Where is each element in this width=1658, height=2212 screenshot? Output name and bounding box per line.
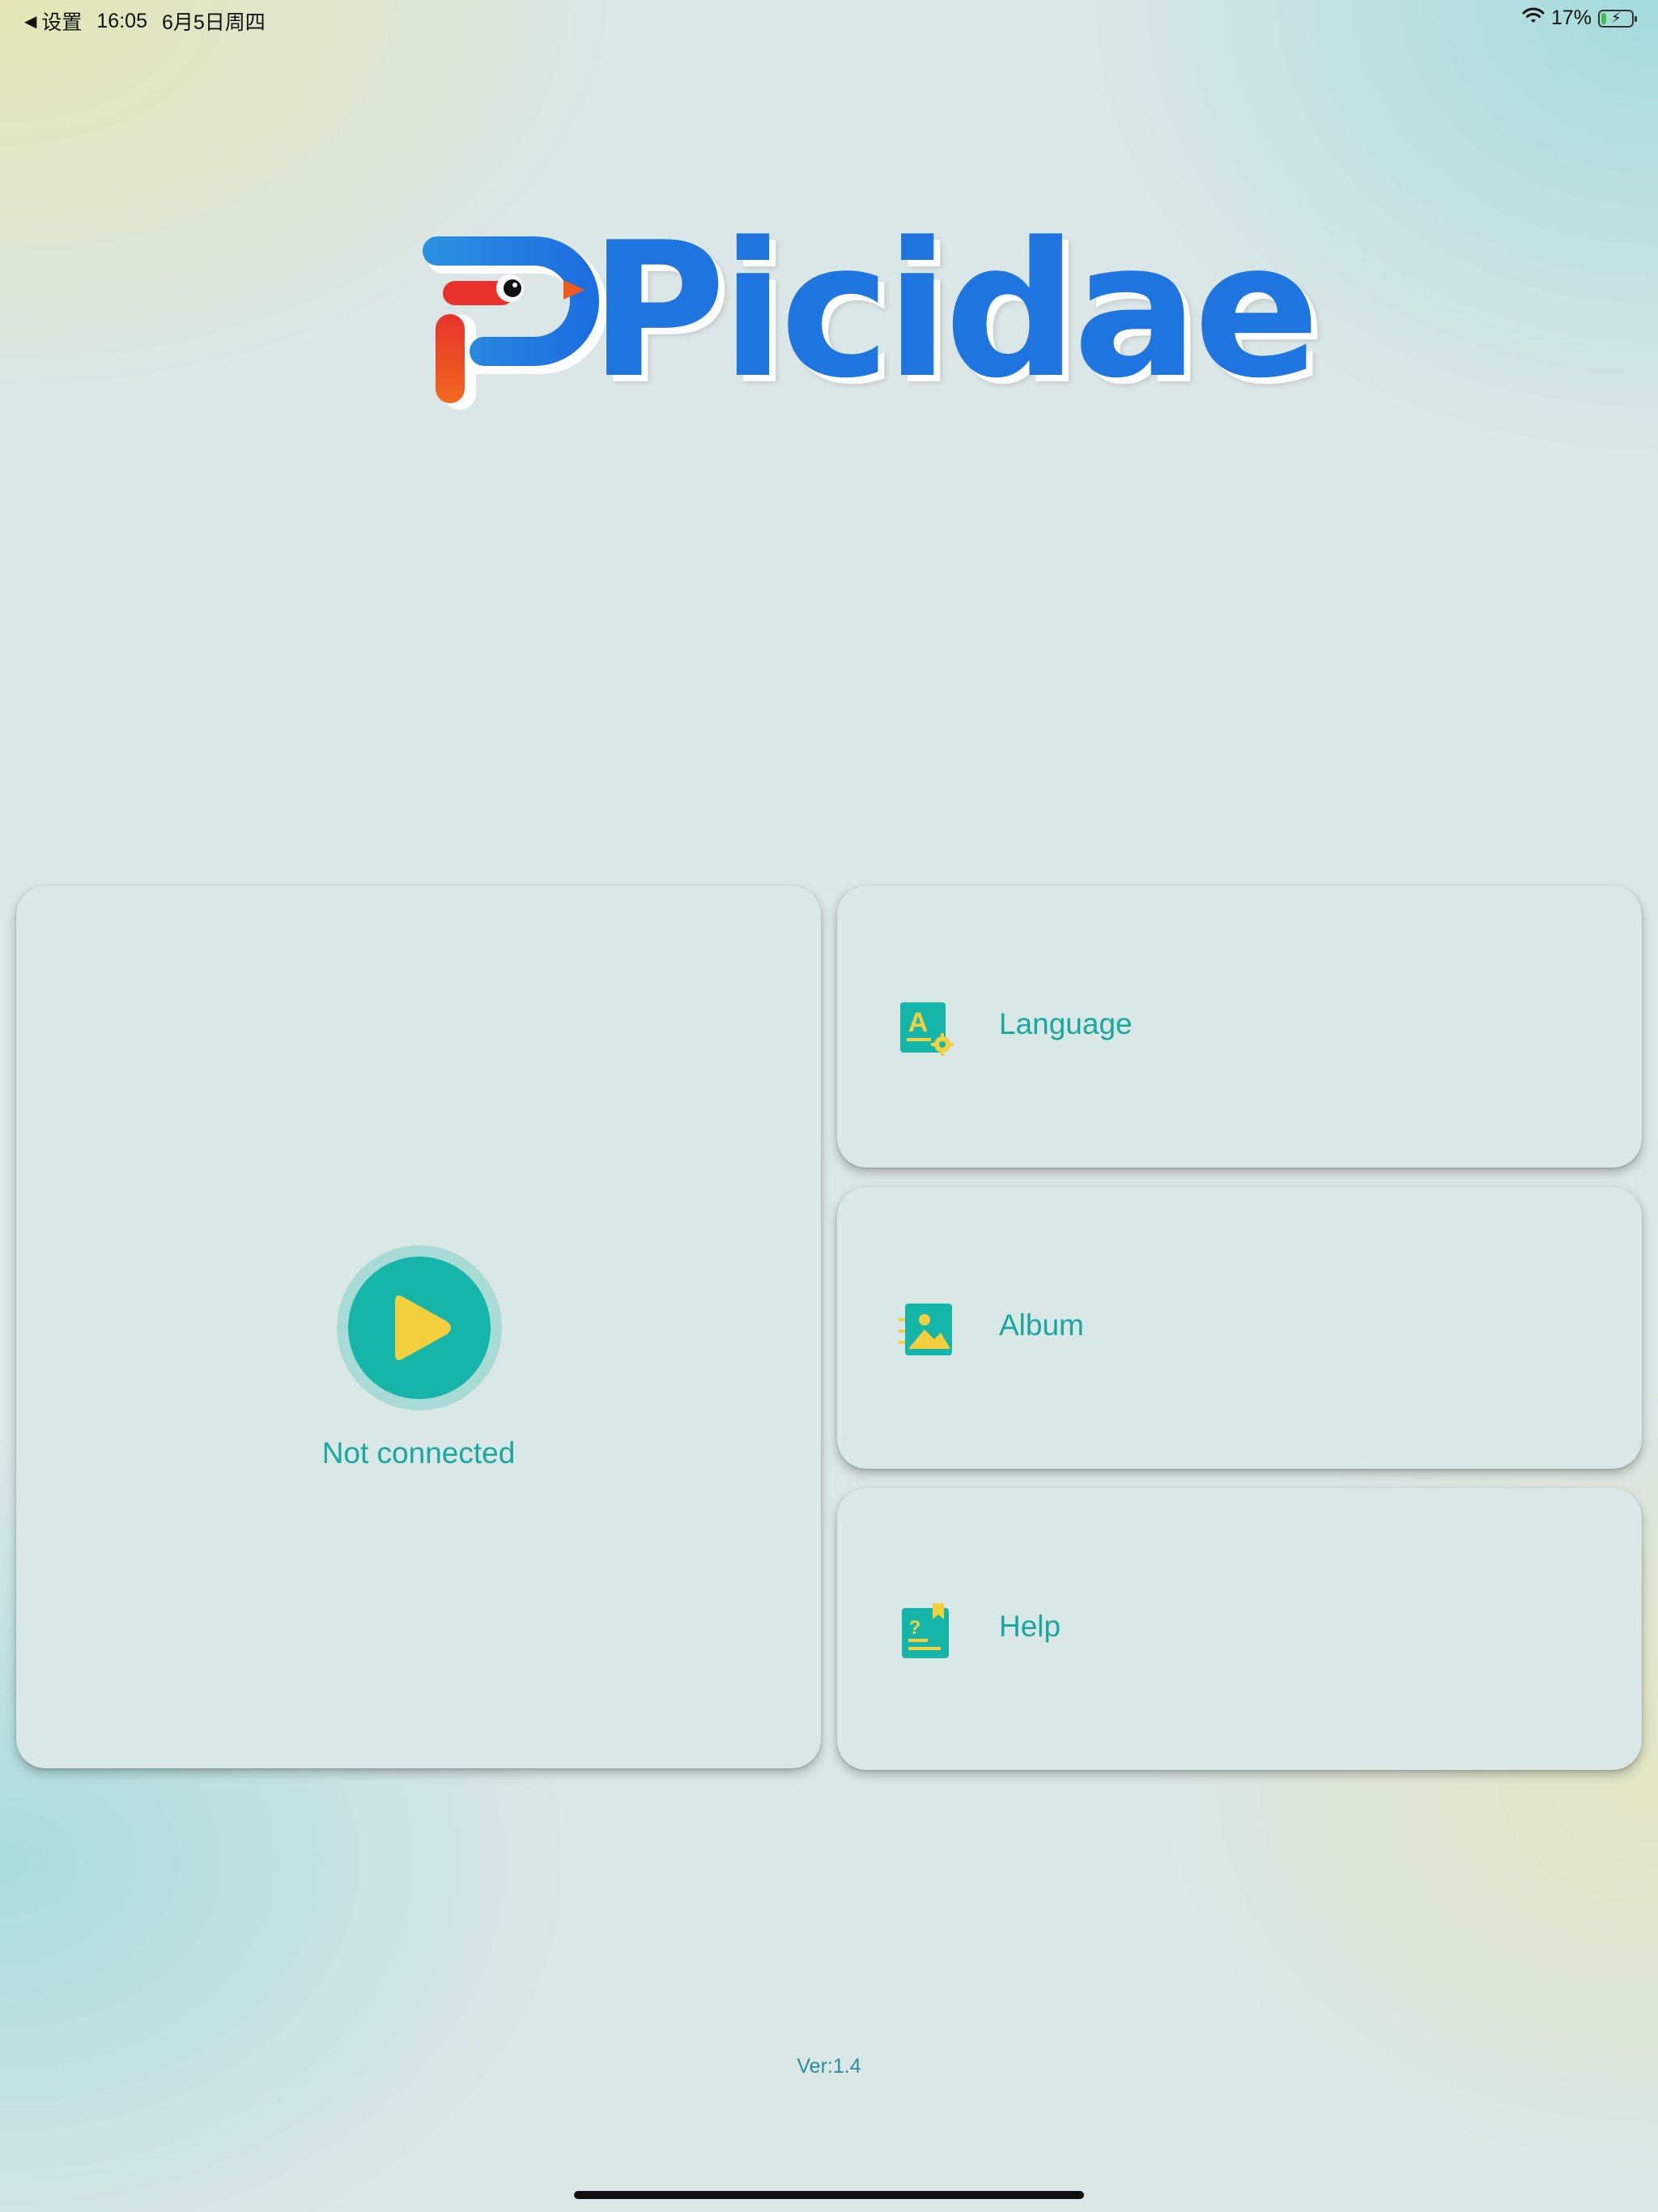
battery-cap: [1635, 15, 1637, 22]
woodpecker-p-icon: [423, 236, 607, 410]
connection-status-text: Not connected: [321, 1436, 516, 1470]
svg-text:A: A: [908, 1007, 929, 1038]
play-button-circle: [348, 1257, 491, 1399]
status-time: 16:05: [96, 9, 147, 32]
help-card[interactable]: ? Help: [837, 1488, 1642, 1770]
album-label: Album: [999, 1308, 1084, 1342]
logo-wordmark: Picidae: [589, 203, 1320, 419]
help-book-icon: ?: [902, 1603, 949, 1658]
language-label: Language: [999, 1007, 1133, 1040]
battery-percent: 17%: [1550, 6, 1592, 29]
charging-bolt-icon: ⚡: [1611, 9, 1622, 26]
help-label: Help: [999, 1610, 1061, 1643]
language-card[interactable]: A Language: [837, 886, 1642, 1168]
language-settings-icon: A: [900, 1002, 954, 1056]
wifi-icon: [1522, 6, 1545, 30]
app-logo: Picidae: [413, 219, 1320, 413]
back-arrow-icon: ◀: [24, 12, 37, 31]
status-left: ◀ 设置 16:05 6月5日周四: [24, 6, 266, 36]
svg-text:?: ?: [909, 1617, 921, 1639]
home-indicator[interactable]: [574, 2191, 1084, 2199]
version-text: Ver:1.4: [797, 2055, 861, 2078]
battery-icon: ⚡: [1598, 9, 1637, 28]
album-card[interactable]: Album: [837, 1187, 1642, 1469]
album-image-icon: [899, 1304, 952, 1355]
battery-level-fill: [1601, 12, 1606, 24]
play-button[interactable]: [337, 1245, 502, 1410]
back-to-settings-link[interactable]: ◀ 设置: [24, 6, 82, 36]
status-date: 6月5日周四: [161, 11, 266, 34]
back-label: 设置: [41, 11, 83, 34]
connect-card[interactable]: Not connected: [16, 886, 821, 1768]
status-right: 17% ⚡: [1522, 6, 1637, 30]
status-bar: ◀ 设置 16:05 6月5日周四 17% ⚡: [0, 0, 1658, 39]
play-icon: [395, 1295, 451, 1360]
